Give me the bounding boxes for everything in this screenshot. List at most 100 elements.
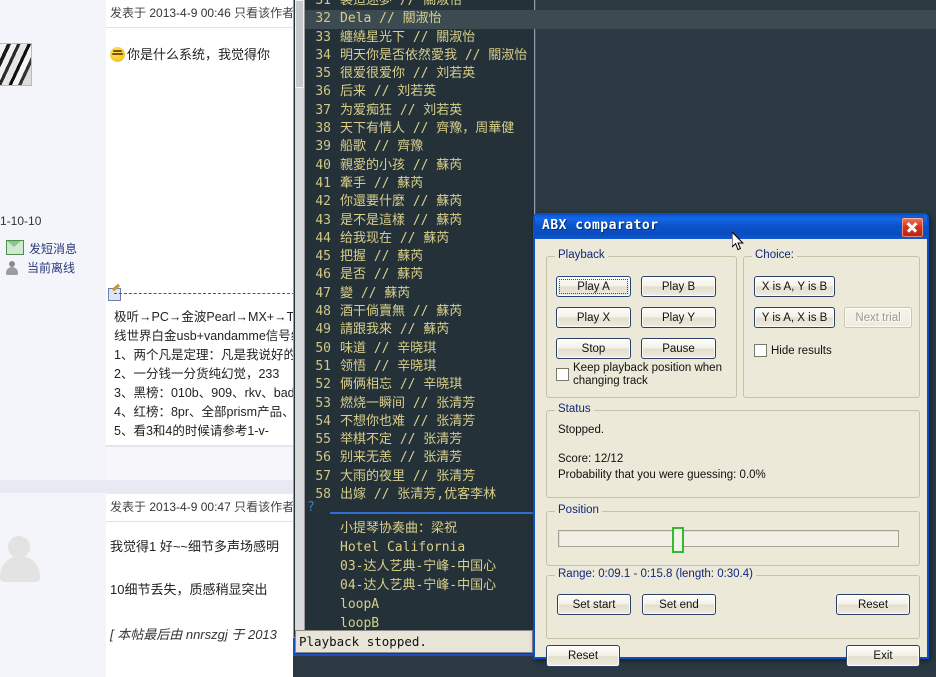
abx-title-bar[interactable]: ABX comparator	[535, 215, 927, 239]
playlist-row-text: 给我现在 // 蘇芮	[340, 230, 450, 246]
mouse-cursor	[732, 232, 744, 251]
position-slider-thumb[interactable]	[672, 527, 685, 553]
range-group: Range: 0:09.1 - 0:15.8 (length: 0:30.4) …	[546, 568, 920, 639]
status-score: Score: 12/12	[558, 453, 624, 465]
playlist-row-text: 牽手 // 蘇芮	[340, 175, 424, 191]
set-end-label: Set end	[659, 599, 699, 611]
close-icon[interactable]	[901, 217, 924, 238]
hide-results-checkbox[interactable]	[754, 344, 767, 357]
next-trial-button[interactable]: Next trial	[844, 307, 912, 328]
reset-label: Reset	[567, 650, 599, 662]
playlist-row[interactable]: 37 为爱痴狂 // 刘若英	[305, 102, 936, 120]
play-y-button[interactable]: Play Y	[641, 307, 716, 328]
playlist-row-number: 43	[315, 212, 331, 228]
send-pm-link[interactable]: 发短消息	[6, 240, 77, 257]
status-group-label: Status	[555, 403, 594, 415]
smiley-emoticon-icon	[110, 47, 125, 62]
playlist-row[interactable]: 41 牽手 // 蘇芮	[305, 175, 936, 193]
abx-comparator-dialog[interactable]: ABX comparator Playback Play A Play B Pl…	[533, 213, 929, 667]
playlist-scrollbar[interactable]	[295, 0, 305, 637]
post-2-edit-note: [ 本帖最后由 nnrszgj 于 2013	[110, 627, 277, 642]
play-a-button[interactable]: Play A	[556, 276, 631, 297]
keep-position-label[interactable]: Keep playback position when changing tra…	[573, 362, 723, 388]
playlist-row[interactable]: 42 你還要什麼 // 蘇芮	[305, 193, 936, 211]
play-x-button[interactable]: Play X	[556, 307, 631, 328]
playlist-row[interactable]: 35 很爱很爱你 // 刘若英	[305, 65, 936, 83]
playlist-row[interactable]: 33 纏繞星光下 // 關淑怡	[305, 29, 936, 47]
post-1-text: 你是什么系统，我觉得你	[127, 47, 271, 62]
playlist-row-number: 32	[315, 11, 331, 27]
signature-line-2: 线世界白金usb+vandamme信号线	[114, 329, 300, 343]
status-group: Status Stopped. Score: 12/12 Probability…	[546, 403, 920, 498]
choice-group: Choice: X is A, Y is B Y is A, X is B Ne…	[743, 249, 920, 398]
post-2-line-2: 10细节丢失，质感稍显突出	[110, 582, 268, 597]
pause-button[interactable]: Pause	[641, 338, 716, 359]
post-1-only-author-link[interactable]: 只看该作者	[234, 6, 294, 20]
post-1-header: 发表于 2013-4-9 00:46 只看该作者	[106, 0, 300, 28]
playlist-row-number: 47	[315, 285, 331, 301]
keep-position-checkbox[interactable]	[556, 368, 569, 381]
playback-group: Playback Play A Play B Play X Play Y Sto…	[546, 249, 737, 398]
playlist-row-number: 44	[315, 230, 331, 246]
playlist-row-number: 37	[315, 102, 331, 118]
user-icon	[6, 261, 22, 275]
playlist-row-number: 57	[315, 468, 331, 484]
playlist-row-text: 請跟我來 // 蘇芮	[340, 322, 450, 338]
playlist-row[interactable]: 39 船歌 // 齊豫	[305, 138, 936, 156]
mail-icon	[6, 240, 24, 255]
set-end-button[interactable]: Set end	[642, 594, 716, 615]
playlist-row[interactable]: 36 后来 // 刘若英	[305, 83, 936, 101]
exit-label: Exit	[873, 650, 893, 662]
user-join-date: 1-10-10	[0, 214, 42, 228]
playlist-row[interactable]: 38 天下有情人 // 齊豫，周華健	[305, 120, 936, 138]
playlist-row-number: 46	[315, 267, 331, 283]
x-is-a-button[interactable]: X is A, Y is B	[754, 276, 835, 297]
online-status: 当前离线	[6, 259, 75, 276]
position-slider[interactable]	[558, 527, 899, 553]
exit-button[interactable]: Exit	[846, 645, 920, 667]
forum-user-column-2	[0, 493, 106, 677]
signature-line-1: 极听→PC→金波Pearl→MX+→Ta	[114, 310, 300, 324]
playlist-row-number: 49	[315, 322, 331, 338]
signature-line-7: 5、看3和4的时候请参考1-v-	[114, 424, 269, 438]
playlist-row[interactable]: 31 製造迷夢 // 關淑怡	[305, 0, 936, 10]
playlist-row-text: 不想你也难 // 张清芳	[340, 413, 476, 429]
playlist-row[interactable]: 32 Dela // 關淑怡	[305, 10, 936, 29]
playlist-row-number: 35	[315, 66, 331, 82]
range-reset-button[interactable]: Reset	[836, 594, 910, 615]
reset-button[interactable]: Reset	[546, 645, 620, 667]
pause-label: Pause	[662, 343, 695, 355]
post-gap-band	[0, 480, 300, 494]
y-is-a-button[interactable]: Y is A, X is B	[754, 307, 835, 328]
playlist-row-number: 34	[315, 47, 331, 63]
playlist-scrollbar-thumb[interactable]	[295, 0, 304, 88]
playlist-row-number: 31	[315, 0, 331, 8]
playlist-row-number: 38	[315, 121, 331, 137]
playlist-row-text: 把握 // 蘇芮	[340, 249, 424, 265]
playlist-row-text: 出嫁 // 张清芳,优客李林	[340, 487, 497, 503]
set-start-button[interactable]: Set start	[557, 594, 631, 615]
post-2-only-author-link[interactable]: 只看该作者	[234, 500, 294, 514]
playlist-row-text: 别来无恙 // 张清芳	[340, 450, 463, 466]
playlist-row-text: 變 // 蘇芮	[340, 285, 411, 301]
signature-divider	[114, 293, 300, 294]
playlist-section-marker: ?	[307, 500, 315, 515]
avatar	[0, 43, 32, 86]
stop-button[interactable]: Stop	[556, 338, 631, 359]
playlist-row-number: 52	[315, 377, 331, 393]
playlist-row-text: 製造迷夢 // 關淑怡	[340, 0, 463, 8]
forum-page: 1-10-10 发短消息 当前离线 发表于 2013-4-9 00:46 只看该…	[0, 0, 300, 677]
send-pm-label: 发短消息	[29, 242, 78, 256]
signature-line-3: 1、两个凡是定理：凡是我说好的	[114, 348, 296, 362]
playlist-row-text: 俩俩相忘 // 辛晓琪	[340, 377, 463, 393]
hide-results-label[interactable]: Hide results	[771, 345, 832, 357]
play-b-button[interactable]: Play B	[641, 276, 716, 297]
playlist-row[interactable]: 40 親愛的小孩 // 蘇芮	[305, 157, 936, 175]
position-group: Position	[546, 504, 920, 566]
range-group-label: Range: 0:09.1 - 0:15.8 (length: 0:30.4)	[555, 568, 756, 580]
playlist-row-number: 36	[315, 84, 331, 100]
post-2-datetime: 2013-4-9 00:47	[149, 500, 231, 514]
play-y-label: Play Y	[661, 312, 696, 324]
playlist-row[interactable]: 34 明天你是否依然愛我 // 關淑怡	[305, 47, 936, 65]
playlist-row-text: 酒干倘賣無 // 蘇芮	[340, 304, 463, 320]
